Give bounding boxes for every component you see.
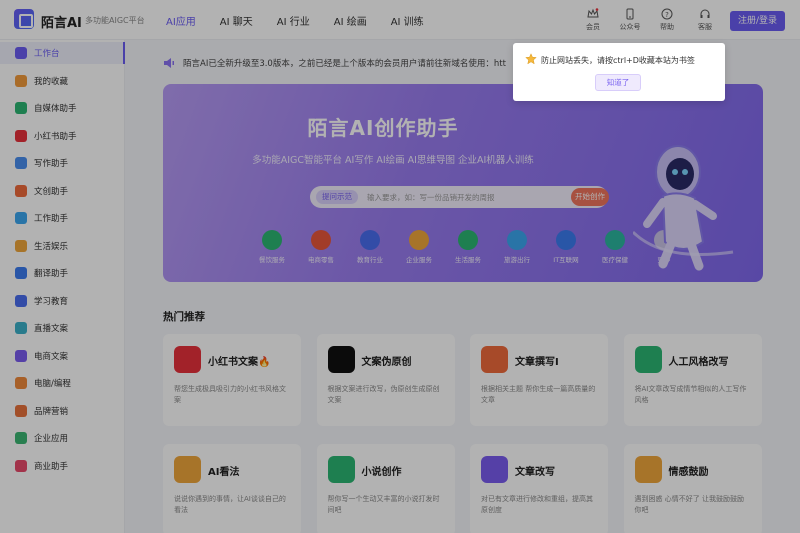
star-icon	[525, 53, 537, 65]
got-it-button[interactable]: 知道了	[595, 74, 641, 91]
bookmark-popup: 防止网站丢失，请按ctrl+D收藏本站为书签 知道了	[513, 43, 725, 101]
popup-message: 防止网站丢失，请按ctrl+D收藏本站为书签	[541, 56, 695, 65]
